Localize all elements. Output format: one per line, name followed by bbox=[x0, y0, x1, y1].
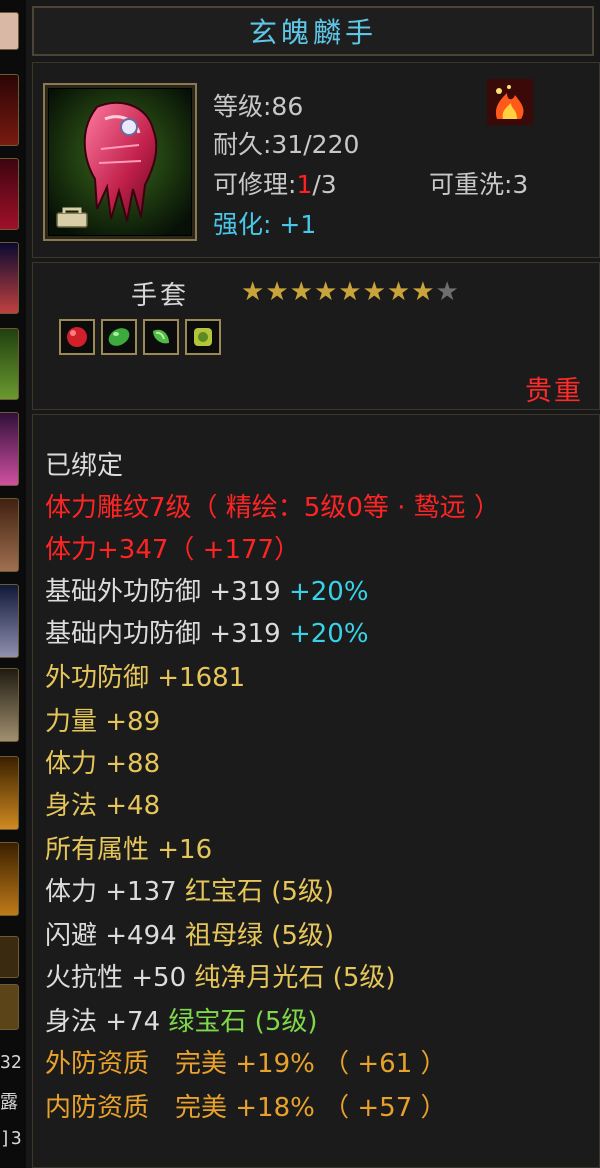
sidebar-slot-icon[interactable] bbox=[0, 842, 19, 916]
item-type-section: 手套 ★ ★ ★ ★ ★ ★ ★ ★ ★ 贵重 bbox=[32, 262, 600, 410]
item-icon-frame bbox=[43, 83, 197, 241]
repair-used: 1 bbox=[296, 170, 313, 199]
item-header-section: 等级:86 耐久:31/220 可修理:1/3 可重洗:3 强化: +1 bbox=[32, 62, 600, 258]
agility-line: 身法 +48 bbox=[45, 791, 161, 821]
gem-name: 祖母绿 (5级) bbox=[184, 921, 335, 951]
star-filled-icon: ★ bbox=[362, 277, 386, 307]
all-attributes-line: 所有属性 +16 bbox=[45, 835, 213, 865]
gem-stat: 身法 +74 bbox=[45, 1007, 161, 1037]
sidebar-slot-icon[interactable] bbox=[0, 158, 19, 230]
sidebar-slot-icon[interactable] bbox=[0, 328, 19, 400]
red-gem-icon bbox=[59, 319, 95, 355]
item-repair: 可修理:1/3 bbox=[213, 165, 337, 201]
sidebar-slot-icon[interactable] bbox=[0, 668, 19, 742]
star-filled-icon: ★ bbox=[411, 277, 435, 307]
gem-stat: 体力 +137 bbox=[45, 877, 177, 907]
bound-status: 已绑定 bbox=[45, 451, 124, 481]
star-filled-icon: ★ bbox=[313, 277, 338, 307]
sidebar-text: ]3 bbox=[0, 1128, 22, 1149]
repair-total: /3 bbox=[312, 170, 337, 199]
item-type: 手套 bbox=[131, 281, 190, 311]
green-gem-icon bbox=[143, 319, 179, 355]
yellow-green-gem-icon bbox=[185, 319, 221, 355]
title-bar: 玄魄麟手 bbox=[32, 6, 594, 56]
sidebar-slot-icon[interactable] bbox=[0, 756, 19, 830]
sidebar-slot-icon[interactable] bbox=[0, 498, 19, 572]
attributes-section: 已绑定 体力雕纹7级（ 精绘：5级0等 · 鸷远 ） 体力+347（ +177）… bbox=[32, 414, 600, 1168]
item-rewash: 可重洗:3 bbox=[429, 170, 529, 199]
star-filled-icon: ★ bbox=[289, 277, 313, 307]
strength-line: 力量 +89 bbox=[45, 707, 161, 737]
item-rarity: 贵重 bbox=[525, 376, 583, 407]
sidebar-slot-icon[interactable] bbox=[0, 242, 19, 314]
attr-percent: +20% bbox=[288, 619, 369, 649]
sidebar-slot-icon[interactable] bbox=[0, 984, 19, 1030]
left-icon-strip: 32 露 ]3 bbox=[0, 0, 26, 1168]
gem-name: 绿宝石 (5级) bbox=[168, 1007, 318, 1037]
star-rating: ★ ★ ★ ★ ★ ★ ★ ★ ★ bbox=[241, 277, 459, 307]
star-filled-icon: ★ bbox=[265, 277, 289, 307]
attr-label: 基础内功防御 bbox=[45, 619, 202, 649]
outer-defense-line: 外功防御 +1681 bbox=[45, 663, 246, 693]
gem-sockets bbox=[59, 319, 221, 355]
repair-label: 可修理: bbox=[213, 170, 297, 199]
item-name: 玄魄麟手 bbox=[248, 16, 377, 49]
gem-bonus-line: 体力 +137 红宝石 (5级) bbox=[45, 871, 334, 908]
gem-bonus-line: 身法 +74 绿宝石 (5级) bbox=[45, 1001, 318, 1038]
star-filled-icon: ★ bbox=[338, 277, 362, 307]
item-tooltip-panel: 玄魄麟手 等级:86 耐久:31/220 可修理:1/3 可重洗:3 强化: +… bbox=[26, 0, 600, 1168]
gem-stat: 闪避 +494 bbox=[45, 921, 177, 951]
sidebar-slot-icon[interactable] bbox=[0, 936, 19, 978]
item-enhance: 强化: +1 bbox=[213, 205, 316, 241]
attr-percent: +20% bbox=[288, 577, 369, 607]
gem-bonus-line: 闪避 +494 祖母绿 (5级) bbox=[45, 915, 334, 952]
star-filled-icon: ★ bbox=[241, 277, 265, 307]
sidebar-text: 32 bbox=[0, 1052, 22, 1073]
fire-element-icon bbox=[487, 79, 533, 125]
gem-name: 纯净月光石 (5级) bbox=[194, 963, 396, 993]
bound-lock-icon bbox=[56, 207, 88, 228]
sidebar-slot-icon[interactable] bbox=[0, 74, 19, 146]
star-filled-icon: ★ bbox=[386, 277, 411, 307]
stamina-line: 体力 +88 bbox=[45, 749, 161, 779]
sidebar-slot-icon[interactable] bbox=[0, 584, 19, 658]
gem-name: 红宝石 (5级) bbox=[184, 877, 335, 907]
sidebar-slot-icon[interactable] bbox=[0, 12, 19, 50]
enhance-value: +1 bbox=[279, 210, 317, 239]
attr-value: +319 bbox=[209, 619, 281, 649]
attr-label: 基础外功防御 bbox=[45, 577, 202, 607]
outer-quality-line: 外防资质 完美 +19% （ +61 ） bbox=[45, 1049, 447, 1079]
item-level: 等级:86 bbox=[213, 92, 304, 121]
stamina-main-line: 体力+347（ +177） bbox=[45, 535, 301, 565]
gem-bonus-line: 火抗性 +50 纯净月光石 (5级) bbox=[45, 957, 396, 994]
enhance-label: 强化: bbox=[213, 210, 272, 239]
sidebar-text: 露 bbox=[0, 1092, 18, 1113]
gem-stat: 火抗性 +50 bbox=[45, 963, 187, 993]
inner-quality-line: 内防资质 完美 +18% （ +57 ） bbox=[45, 1093, 447, 1123]
sidebar-slot-icon[interactable] bbox=[0, 412, 19, 486]
star-empty-icon: ★ bbox=[435, 277, 459, 307]
green-gem-icon bbox=[101, 319, 137, 355]
base-inner-defense-line: 基础内功防御 +319 +20% bbox=[45, 613, 369, 650]
item-durability: 耐久:31/220 bbox=[213, 130, 360, 159]
engrave-line: 体力雕纹7级（ 精绘：5级0等 · 鸷远 ） bbox=[45, 493, 500, 523]
attr-value: +319 bbox=[209, 577, 281, 607]
base-outer-defense-line: 基础外功防御 +319 +20% bbox=[45, 571, 369, 608]
